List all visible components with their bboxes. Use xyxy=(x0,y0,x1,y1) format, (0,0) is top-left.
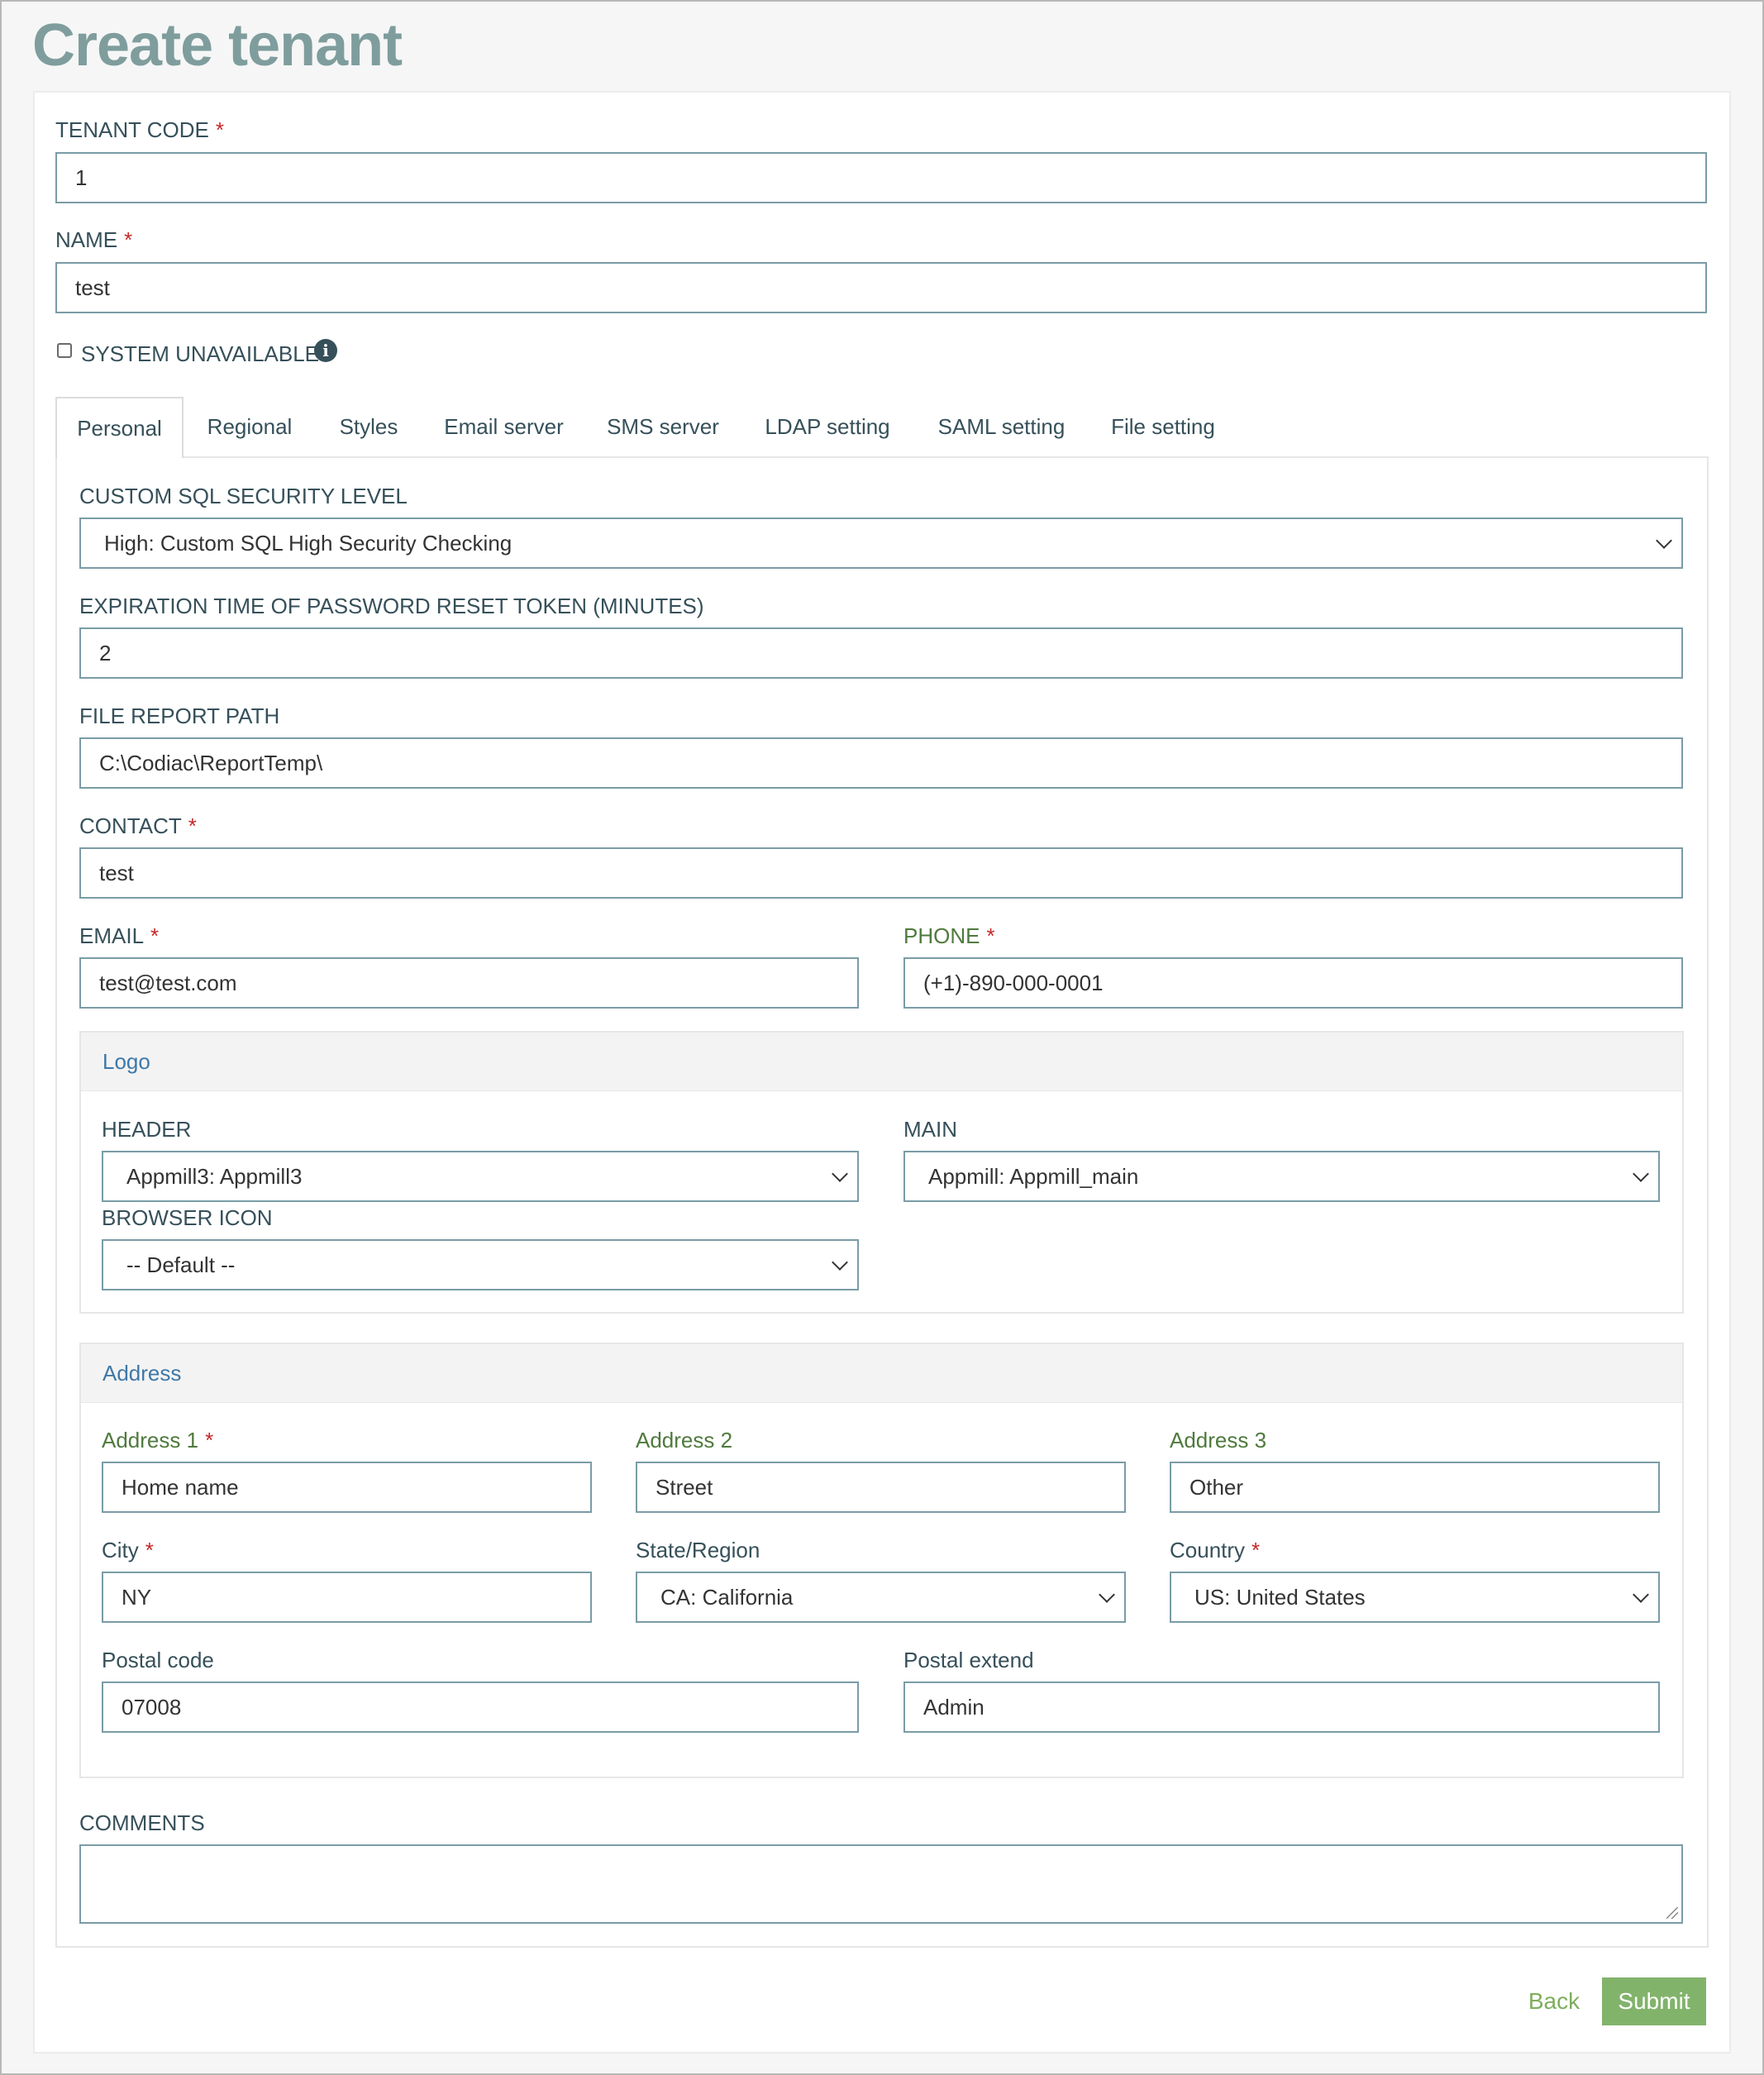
required-marker: * xyxy=(205,1428,214,1452)
postal-code-input[interactable]: 07008 xyxy=(102,1681,859,1733)
header-logo-select[interactable]: Appmill3: Appmill3 xyxy=(102,1151,859,1202)
header-logo-label: HEADER xyxy=(102,1117,192,1142)
logo-panel-title: Logo xyxy=(103,1049,150,1074)
main-logo-value: Appmill: Appmill_main xyxy=(928,1163,1139,1189)
phone-value: (+1)-890-000-0001 xyxy=(923,970,1104,995)
system-unavailable-label: SYSTEM UNAVAILABLE xyxy=(81,341,320,366)
file-report-path-value: C:\Codiac\ReportTemp\ xyxy=(99,750,323,775)
address2-value: Street xyxy=(656,1474,713,1500)
address3-input[interactable]: Other xyxy=(1170,1462,1660,1513)
city-input[interactable]: NY xyxy=(102,1572,592,1623)
state-value: CA: California xyxy=(660,1584,794,1610)
tab-ldap-setting[interactable]: LDAP setting xyxy=(750,397,905,456)
state-select[interactable]: CA: California xyxy=(636,1572,1126,1623)
country-select[interactable]: US: United States xyxy=(1170,1572,1660,1623)
chevron-down-icon xyxy=(1633,1586,1649,1603)
required-marker: * xyxy=(150,923,160,948)
tab-regional[interactable]: Regional xyxy=(193,397,306,456)
chevron-down-icon xyxy=(1633,1166,1649,1182)
tab-file-setting[interactable]: File setting xyxy=(1096,397,1230,456)
required-marker: * xyxy=(124,227,133,252)
sql-security-value: High: Custom SQL High Security Checking xyxy=(104,530,513,556)
email-input[interactable]: test@test.com xyxy=(79,957,859,1009)
contact-input[interactable]: test xyxy=(79,847,1683,899)
city-label: City * xyxy=(102,1538,154,1562)
address-panel-title: Address xyxy=(103,1361,182,1386)
postal-code-value: 07008 xyxy=(122,1694,182,1720)
sql-security-select[interactable]: High: Custom SQL High Security Checking xyxy=(79,518,1683,569)
main-logo-label: MAIN xyxy=(903,1117,957,1142)
tenant-code-label: TENANT CODE * xyxy=(55,117,224,142)
tab-styles[interactable]: Styles xyxy=(326,397,412,456)
browser-icon-label: BROWSER ICON xyxy=(102,1205,273,1230)
phone-label: PHONE * xyxy=(903,923,995,948)
state-label: State/Region xyxy=(636,1538,760,1562)
postal-extend-input[interactable]: Admin xyxy=(903,1681,1660,1733)
required-marker: * xyxy=(145,1538,154,1562)
chevron-down-icon xyxy=(1099,1586,1115,1603)
info-icon[interactable]: i xyxy=(314,339,337,362)
tab-sms-server[interactable]: SMS server xyxy=(594,397,732,456)
expiration-value: 2 xyxy=(99,640,112,665)
page-title: Create tenant xyxy=(32,12,403,79)
address1-input[interactable]: Home name xyxy=(102,1462,592,1513)
tab-personal[interactable]: Personal xyxy=(55,397,184,458)
required-marker: * xyxy=(215,117,224,142)
postal-extend-label: Postal extend xyxy=(903,1648,1034,1672)
contact-value: test xyxy=(99,860,134,885)
email-label: EMAIL * xyxy=(79,923,160,948)
name-label: NAME * xyxy=(55,227,133,252)
address1-label: Address 1 * xyxy=(102,1428,214,1452)
logo-panel-header: Logo xyxy=(81,1033,1682,1091)
name-input[interactable]: test xyxy=(55,262,1707,313)
country-label: Country * xyxy=(1170,1538,1261,1562)
tenant-code-input[interactable]: 1 xyxy=(55,152,1707,203)
system-unavailable-checkbox[interactable] xyxy=(57,343,72,358)
address2-label: Address 2 xyxy=(636,1428,733,1452)
email-value: test@test.com xyxy=(99,970,237,995)
main-logo-select[interactable]: Appmill: Appmill_main xyxy=(903,1151,1660,1202)
comments-label: COMMENTS xyxy=(79,1810,205,1835)
address-panel-header: Address xyxy=(81,1344,1682,1403)
comments-textarea[interactable] xyxy=(79,1844,1683,1924)
contact-label: CONTACT * xyxy=(79,813,197,838)
resize-handle-icon[interactable] xyxy=(1666,1907,1678,1919)
address3-value: Other xyxy=(1190,1474,1244,1500)
required-marker: * xyxy=(188,813,197,838)
expiration-input[interactable]: 2 xyxy=(79,627,1683,679)
chevron-down-icon xyxy=(832,1166,848,1182)
tab-saml-setting[interactable]: SAML setting xyxy=(925,397,1078,456)
tab-email-server[interactable]: Email server xyxy=(431,397,576,456)
sql-security-label: CUSTOM SQL SECURITY LEVEL xyxy=(79,484,408,508)
postal-code-label: Postal code xyxy=(102,1648,214,1672)
app-window: Create tenant TENANT CODE * 1 NAME * test … xyxy=(0,0,1764,2075)
browser-icon-value: -- Default -- xyxy=(126,1252,236,1277)
city-value: NY xyxy=(122,1584,152,1610)
browser-icon-select[interactable]: -- Default -- xyxy=(102,1239,859,1290)
address2-input[interactable]: Street xyxy=(636,1462,1126,1513)
address1-value: Home name xyxy=(122,1474,239,1500)
header-logo-value: Appmill3: Appmill3 xyxy=(126,1163,303,1189)
expiration-label: EXPIRATION TIME OF PASSWORD RESET TOKEN … xyxy=(79,594,704,618)
postal-extend-value: Admin xyxy=(923,1694,985,1720)
back-button[interactable]: Back xyxy=(1521,1977,1587,2025)
address3-label: Address 3 xyxy=(1170,1428,1267,1452)
submit-button[interactable]: Submit xyxy=(1602,1977,1706,2025)
chevron-down-icon xyxy=(832,1254,848,1271)
chevron-down-icon xyxy=(1656,532,1672,549)
phone-input[interactable]: (+1)-890-000-0001 xyxy=(903,957,1683,1009)
file-report-path-label: FILE REPORT PATH xyxy=(79,704,280,728)
name-value: test xyxy=(75,274,110,300)
tenant-code-value: 1 xyxy=(75,165,88,190)
country-value: US: United States xyxy=(1194,1584,1366,1610)
required-marker: * xyxy=(986,923,995,948)
required-marker: * xyxy=(1251,1538,1261,1562)
file-report-path-input[interactable]: C:\Codiac\ReportTemp\ xyxy=(79,737,1683,789)
